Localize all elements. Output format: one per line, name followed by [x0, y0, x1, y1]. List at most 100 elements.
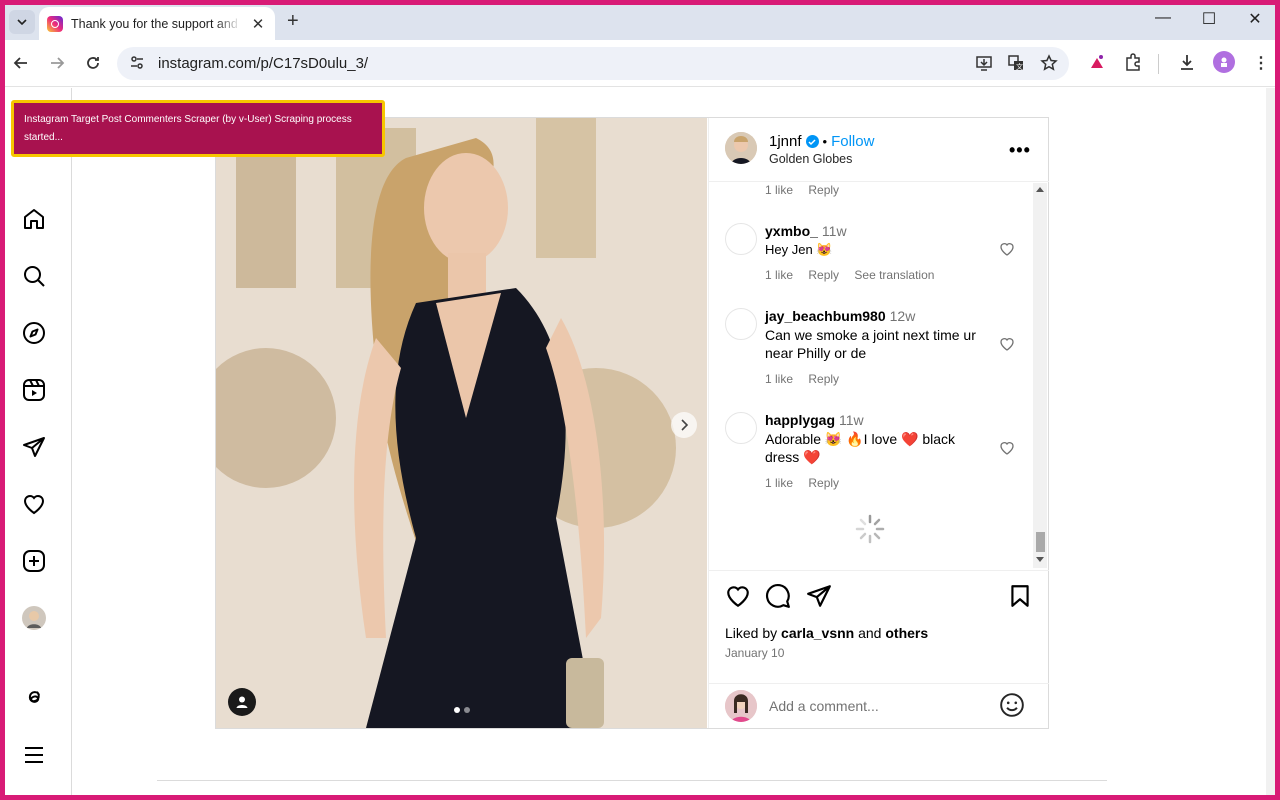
- explore-icon[interactable]: [21, 320, 47, 346]
- messages-icon[interactable]: [21, 434, 47, 460]
- translate-icon[interactable]: 文: [1007, 54, 1025, 72]
- page-scrollbar[interactable]: [1266, 88, 1275, 795]
- commenter-avatar[interactable]: [725, 223, 757, 255]
- comment-item: jay_beachbum980 12w Can we smoke a joint …: [725, 308, 1025, 398]
- toolbar-divider: [1158, 54, 1159, 74]
- url-text: instagram.com/p/C17sD0ulu_3/: [158, 55, 369, 72]
- comment-username[interactable]: jay_beachbum980: [765, 308, 886, 324]
- post-date[interactable]: January 10: [725, 646, 784, 660]
- like-heart-icon[interactable]: [725, 583, 751, 609]
- reply-button[interactable]: Reply: [808, 372, 839, 386]
- profile-avatar[interactable]: [21, 605, 47, 631]
- more-options-icon[interactable]: •••: [1009, 140, 1031, 161]
- comment-text: Can we smoke a joint next time ur near P…: [765, 327, 976, 361]
- extension-scraper-icon[interactable]: [1087, 52, 1107, 72]
- comment-header: happlygag 11w: [765, 412, 864, 428]
- new-tab-icon[interactable]: +: [287, 10, 299, 33]
- close-window-icon[interactable]: ✕: [1232, 9, 1275, 29]
- notifications-icon[interactable]: [21, 491, 47, 517]
- comment-bubble-icon[interactable]: [765, 583, 791, 609]
- post-dialog: 1jnnf • Follow Golden Globes ••• 1 like: [215, 117, 1049, 729]
- site-settings-icon[interactable]: [129, 55, 145, 71]
- comment-like-heart-icon[interactable]: [999, 440, 1015, 456]
- author-line: 1jnnf • Follow: [769, 133, 874, 150]
- reload-icon[interactable]: [83, 53, 103, 73]
- comment-username[interactable]: yxmbo_: [765, 223, 818, 239]
- comments-list: 1 like Reply yxmbo_ 11w Hey Jen 😻 1 like …: [709, 183, 1049, 568]
- comments-scrollbar[interactable]: [1033, 183, 1047, 568]
- threads-icon[interactable]: [21, 685, 47, 711]
- scraper-toast-notification: Instagram Target Post Commenters Scraper…: [11, 100, 385, 157]
- comment-likes[interactable]: 1 like: [765, 476, 793, 490]
- browser-tab[interactable]: Thank you for the support and ✕: [39, 7, 275, 40]
- footer-divider: [157, 780, 1107, 781]
- scrollbar-thumb[interactable]: [1036, 532, 1045, 552]
- comment-meta: 1 like Reply: [765, 183, 851, 197]
- scroll-down-arrow-icon[interactable]: [1036, 557, 1044, 562]
- see-translation-link[interactable]: See translation: [854, 268, 934, 282]
- tab-title: Thank you for the support and: [71, 16, 238, 31]
- loading-spinner-icon: [855, 514, 885, 544]
- carousel-dot: [464, 707, 470, 713]
- browser-menu-icon[interactable]: ⋮: [1251, 53, 1271, 73]
- add-comment-row: Add a comment...: [709, 683, 1049, 733]
- create-icon[interactable]: [21, 548, 47, 574]
- bookmark-star-icon[interactable]: [1040, 54, 1058, 72]
- liked-by-line: Liked by carla_vsnn and others: [725, 625, 928, 641]
- install-app-icon[interactable]: [975, 54, 993, 72]
- comment-like-heart-icon[interactable]: [999, 336, 1015, 352]
- home-icon[interactable]: [21, 206, 47, 232]
- separator-dot: •: [822, 134, 828, 149]
- address-bar[interactable]: instagram.com/p/C17sD0ulu_3/ 文: [117, 47, 1069, 80]
- search-icon[interactable]: [21, 263, 47, 289]
- commenter-avatar[interactable]: [725, 308, 757, 340]
- profile-avatar-icon[interactable]: [1213, 51, 1235, 73]
- post-location[interactable]: Golden Globes: [769, 152, 852, 166]
- emoji-icon[interactable]: [999, 692, 1025, 718]
- browser-window: Thank you for the support and ✕ + — ☐ ✕ …: [5, 5, 1275, 795]
- reply-button[interactable]: Reply: [808, 183, 839, 197]
- reply-button[interactable]: Reply: [808, 268, 839, 282]
- comment-likes[interactable]: 1 like: [765, 183, 793, 197]
- maximize-icon[interactable]: ☐: [1186, 9, 1232, 29]
- author-username[interactable]: 1jnnf: [769, 133, 802, 150]
- comment-text: Hey Jen 😻: [765, 242, 833, 257]
- commenter-avatar[interactable]: [725, 412, 757, 444]
- liked-by-others-link[interactable]: others: [885, 625, 928, 641]
- reply-button[interactable]: Reply: [808, 476, 839, 490]
- extensions-puzzle-icon[interactable]: [1123, 52, 1143, 72]
- comment-text: Adorable 😻 🔥I love ❤️ black dress ❤️: [765, 431, 956, 465]
- add-comment-input[interactable]: Add a comment...: [769, 698, 879, 714]
- minimize-icon[interactable]: —: [1140, 9, 1186, 27]
- comment-likes[interactable]: 1 like: [765, 268, 793, 282]
- instagram-favicon-icon: [47, 15, 63, 32]
- carousel-dot-active: [454, 707, 460, 713]
- share-send-icon[interactable]: [806, 583, 832, 609]
- comment-likes[interactable]: 1 like: [765, 372, 793, 386]
- comment-meta: 1 like Reply See translation: [765, 268, 946, 282]
- comment-header: jay_beachbum980 12w: [765, 308, 915, 324]
- liked-by-and: and: [858, 625, 882, 641]
- save-bookmark-icon[interactable]: [1007, 583, 1033, 609]
- tab-search-button[interactable]: [9, 10, 35, 34]
- author-avatar[interactable]: [725, 132, 757, 164]
- comment-time[interactable]: 12w: [890, 308, 916, 324]
- follow-button[interactable]: Follow: [831, 133, 874, 150]
- comment-time[interactable]: 11w: [822, 223, 847, 239]
- back-icon[interactable]: [11, 53, 31, 73]
- tab-close-icon[interactable]: ✕: [249, 15, 267, 33]
- comment-time[interactable]: 11w: [839, 412, 864, 428]
- downloads-icon[interactable]: [1177, 52, 1197, 72]
- user-tag-icon: [236, 696, 248, 708]
- scroll-up-arrow-icon[interactable]: [1036, 187, 1044, 192]
- tagged-users-button[interactable]: [228, 688, 256, 716]
- post-photo[interactable]: [216, 118, 707, 728]
- comment-username[interactable]: happlygag: [765, 412, 835, 428]
- comment-like-heart-icon[interactable]: [999, 241, 1015, 257]
- reels-icon[interactable]: [21, 377, 47, 403]
- menu-icon[interactable]: [21, 742, 47, 768]
- liked-by-user-link[interactable]: carla_vsnn: [781, 625, 854, 641]
- forward-icon[interactable]: [47, 53, 67, 73]
- chevron-right-icon: [681, 419, 689, 431]
- next-photo-button[interactable]: [671, 412, 697, 438]
